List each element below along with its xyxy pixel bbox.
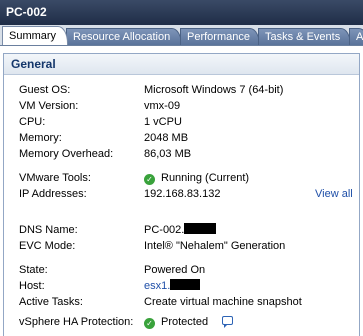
- active-tasks-label: Active Tasks:: [19, 296, 83, 308]
- host-value-wrap: esx1.: [144, 279, 201, 293]
- status-ok-icon: ✓: [144, 318, 155, 329]
- state-label: State:: [19, 264, 48, 276]
- comment-icon[interactable]: [222, 316, 234, 328]
- general-panel: General Guest OS: Microsoft Windows 7 (6…: [3, 53, 360, 336]
- host-label: Host:: [19, 280, 45, 292]
- evc-mode-value: Intel® "Nehalem" Generation: [144, 240, 286, 252]
- vmware-tools-label: VMware Tools:: [19, 172, 91, 184]
- dns-name-label: DNS Name:: [19, 224, 78, 236]
- tab-tasks-events[interactable]: Tasks & Events: [258, 28, 351, 45]
- guest-os-label: Guest OS:: [19, 84, 71, 96]
- cpu-value: 1 vCPU: [144, 116, 182, 128]
- cpu-label: CPU:: [19, 116, 46, 128]
- ip-addresses-label: IP Addresses:: [19, 188, 87, 200]
- dns-name-value-wrap: PC-002.: [144, 223, 217, 237]
- ha-protection-label: vSphere HA Protection:: [19, 316, 134, 328]
- view-all-link[interactable]: View all: [315, 187, 353, 201]
- active-tasks-value: Create virtual machine snapshot: [144, 296, 302, 308]
- evc-mode-label: EVC Mode:: [19, 240, 76, 252]
- ip-addresses-row: IP Addresses: 192.168.83.132 View all: [19, 187, 359, 201]
- state-value: Powered On: [144, 264, 206, 276]
- window-title: PC-002: [0, 0, 363, 25]
- ip-addresses-value: 192.168.83.132: [144, 188, 221, 200]
- tab-performance[interactable]: Performance: [180, 28, 260, 45]
- host-link[interactable]: esx1.: [144, 280, 170, 292]
- tab-overflow[interactable]: A: [349, 28, 363, 45]
- memory-overhead-value: 86,03 MB: [144, 148, 192, 160]
- dns-name-value: PC-002.: [144, 224, 185, 236]
- vmware-tools-value: Running (Current): [161, 172, 250, 184]
- ha-protection-value: Protected: [161, 316, 209, 328]
- vm-version-value: vmx-09: [144, 100, 181, 112]
- vm-version-label: VM Version:: [19, 100, 79, 112]
- general-header: General: [4, 54, 359, 75]
- memory-overhead-label: Memory Overhead:: [19, 148, 114, 160]
- redaction-bar: [184, 223, 217, 234]
- tab-summary[interactable]: Summary: [2, 26, 68, 45]
- tab-strip: Summary Resource Allocation Performance …: [0, 25, 363, 46]
- status-ok-icon: ✓: [144, 174, 155, 185]
- memory-label: Memory:: [19, 132, 62, 144]
- vmware-tools-value-wrap: ✓ Running (Current): [144, 171, 249, 185]
- redaction-bar: [170, 279, 201, 290]
- guest-os-value: Microsoft Windows 7 (64-bit): [144, 84, 284, 96]
- tab-resource-allocation[interactable]: Resource Allocation: [66, 28, 182, 45]
- ha-protection-value-wrap: ✓ Protected: [144, 315, 234, 329]
- memory-value: 2048 MB: [144, 132, 189, 144]
